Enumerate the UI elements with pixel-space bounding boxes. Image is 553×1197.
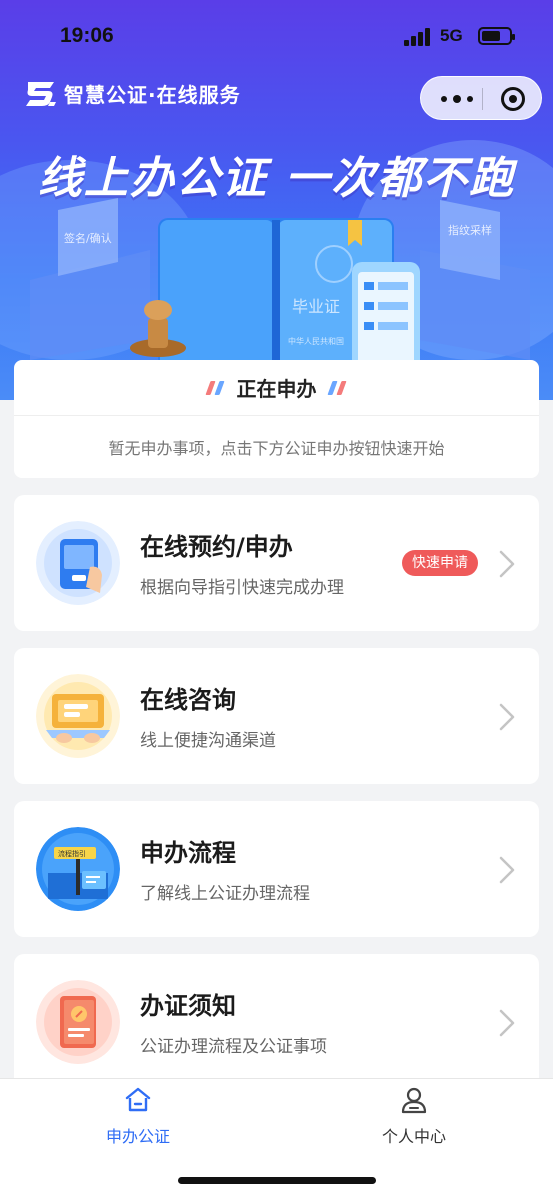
more-icon[interactable] bbox=[439, 91, 479, 107]
chevron-right-icon bbox=[499, 703, 515, 731]
status-bar: 19:06 5G bbox=[0, 0, 553, 72]
battery-icon bbox=[478, 27, 515, 45]
signpost-icon: 流程指引 bbox=[36, 827, 120, 911]
service-title: 在线预约/申办 bbox=[140, 533, 293, 561]
signal-icon bbox=[404, 28, 434, 46]
service-desc: 了解线上公证办理流程 bbox=[140, 884, 310, 904]
tab-label: 申办公证 bbox=[105, 1127, 170, 1146]
service-title: 在线咨询 bbox=[140, 686, 236, 714]
title-deco-icon bbox=[326, 380, 349, 395]
svg-text:毕业证: 毕业证 bbox=[292, 297, 340, 316]
svg-text:指纹采样: 指纹采样 bbox=[448, 223, 492, 237]
service-title: 申办流程 bbox=[140, 839, 236, 867]
service-card-online-apply[interactable]: 在线预约/申办 根据向导指引快速完成办理 快速申请 bbox=[14, 495, 539, 631]
fingerprint-stand: 指纹采样 bbox=[420, 200, 530, 360]
miniprogram-capsule bbox=[420, 76, 542, 120]
laptop-chat-icon bbox=[36, 674, 120, 758]
user-icon bbox=[401, 1087, 427, 1114]
in-progress-card: 正在申办 暂无申办事项，点击下方公证申办按钮快速开始 bbox=[14, 360, 539, 478]
title-deco-icon bbox=[204, 380, 227, 395]
service-card-apply-process[interactable]: 流程指引 申办流程 了解线上公证办理流程 bbox=[14, 801, 539, 937]
tab-personal-center[interactable]: 个人中心 bbox=[324, 1079, 504, 1159]
in-progress-empty-text: 暂无申办事项，点击下方公证申办按钮快速开始 bbox=[108, 439, 445, 458]
in-progress-header: 正在申办 bbox=[14, 360, 539, 416]
svg-text:中华人民共和国: 中华人民共和国 bbox=[288, 336, 344, 346]
service-desc: 公证办理流程及公证事项 bbox=[140, 1037, 327, 1057]
home-indicator bbox=[178, 1177, 376, 1184]
home-icon bbox=[125, 1087, 151, 1112]
notice-book-icon bbox=[36, 980, 120, 1064]
service-title: 办证须知 bbox=[140, 992, 236, 1020]
chevron-right-icon bbox=[499, 1009, 515, 1037]
brand-title: 智慧公证·在线服务 bbox=[64, 82, 241, 107]
close-miniprogram-icon[interactable] bbox=[501, 87, 525, 111]
tab-label: 个人中心 bbox=[381, 1127, 446, 1146]
hero-banner: 19:06 5G 智慧公证·在线服务 线上办公证 一次都不跑 签名/确认 指纹采… bbox=[0, 0, 553, 400]
service-card-online-consult[interactable]: 在线咨询 线上便捷沟通渠道 bbox=[14, 648, 539, 784]
phone-form-icon bbox=[36, 521, 120, 605]
in-progress-title: 正在申办 bbox=[236, 377, 317, 401]
svg-text:签名/确认: 签名/确认 bbox=[64, 231, 112, 245]
brand: 智慧公证·在线服务 bbox=[24, 76, 241, 110]
service-desc: 线上便捷沟通渠道 bbox=[140, 731, 276, 751]
quick-apply-badge[interactable]: 快速申请 bbox=[402, 550, 478, 576]
brand-logo-icon bbox=[26, 82, 56, 106]
status-time: 19:06 bbox=[60, 24, 114, 47]
signature-stand: 签名/确认 bbox=[30, 198, 150, 360]
capsule-divider bbox=[482, 88, 483, 110]
chevron-right-icon bbox=[499, 856, 515, 884]
service-desc: 根据向导指引快速完成办理 bbox=[140, 578, 344, 598]
network-type: 5G bbox=[440, 26, 463, 45]
chevron-right-icon bbox=[499, 550, 515, 578]
service-card-notice[interactable]: 办证须知 公证办理流程及公证事项 bbox=[14, 954, 539, 1090]
tab-apply-notary[interactable]: 申办公证 bbox=[48, 1079, 228, 1159]
svg-text:流程指引: 流程指引 bbox=[58, 849, 86, 858]
